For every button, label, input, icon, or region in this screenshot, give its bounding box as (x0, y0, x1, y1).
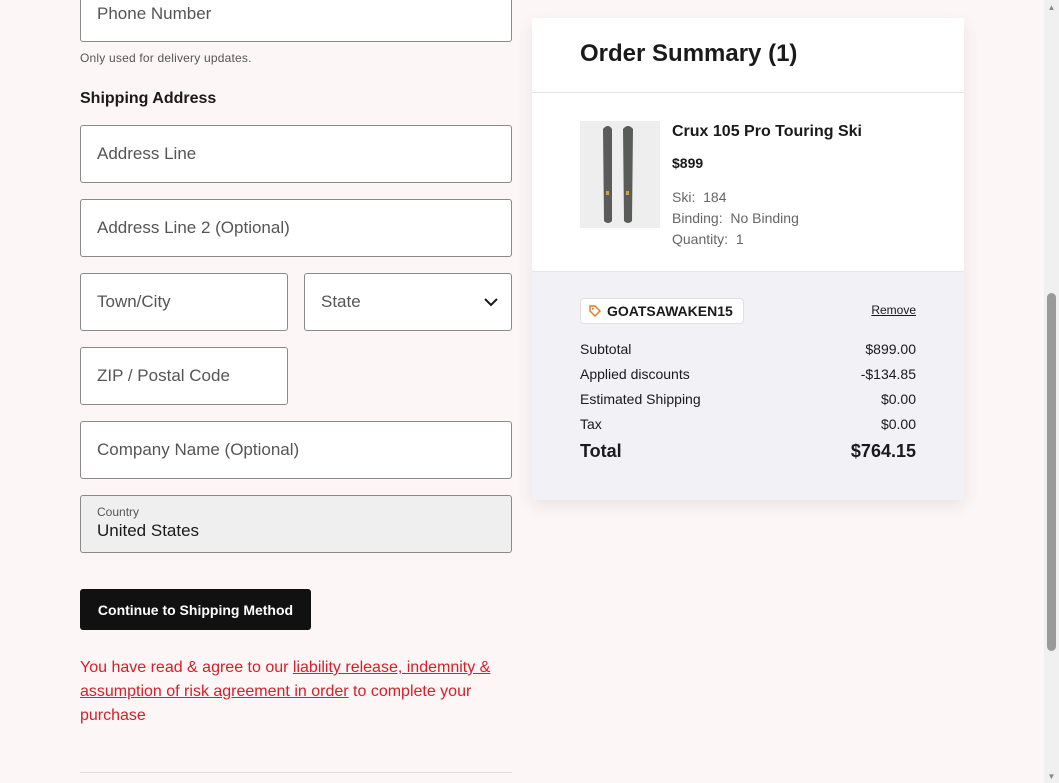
shipping-address-title: Shipping Address (80, 90, 217, 107)
order-summary-title: Order Summary (1) (580, 40, 798, 67)
company-name-placeholder: Company Name (Optional) (97, 440, 300, 459)
legal-prefix: You have read & agree to our (80, 659, 293, 676)
scroll-up-arrow-icon[interactable]: ▲ (1044, 0, 1059, 14)
address-line-field[interactable]: Address Line (80, 125, 512, 183)
ski-value: 184 (703, 189, 727, 205)
row-label: Subtotal (580, 340, 632, 357)
chevron-down-icon (484, 298, 498, 307)
ski-label: Ski: (672, 189, 696, 205)
row-value: $899.00 (865, 340, 916, 357)
product-price: $899 (672, 155, 704, 171)
scrollbar-thumb[interactable] (1047, 293, 1056, 651)
product-name: Crux 105 Pro Touring Ski (672, 123, 862, 140)
row-value: $0.00 (880, 390, 916, 407)
total-value: $764.15 (850, 440, 916, 461)
country-field[interactable]: Country United States (80, 495, 512, 553)
shipping-row: Estimated Shipping $0.00 (580, 386, 916, 411)
row-label: Estimated Shipping (580, 390, 701, 407)
row-value: -$134.85 (860, 365, 916, 382)
ski-icon (580, 121, 660, 228)
total-label: Total (580, 440, 622, 461)
page-scrollbar[interactable]: ▲ ▼ (1044, 0, 1059, 783)
address-line-2-placeholder: Address Line 2 (Optional) (97, 218, 290, 237)
footer-divider (80, 772, 512, 773)
company-name-field[interactable]: Company Name (Optional) (80, 421, 512, 479)
quantity-value: 1 (735, 231, 744, 247)
phone-helper-text: Only used for delivery updates. (80, 51, 252, 65)
address-line-2-field[interactable]: Address Line 2 (Optional) (80, 199, 512, 257)
coupon-code: GOATSAWAKEN15 (607, 303, 733, 319)
city-field[interactable]: Town/City (80, 273, 288, 331)
binding-label: Binding: (672, 210, 723, 226)
totals-rows: Subtotal $899.00 Applied discounts -$134… (580, 336, 916, 466)
product-option-quantity: Quantity: 1 (672, 231, 744, 247)
country-value: United States (97, 521, 200, 540)
country-label: Country (97, 505, 140, 519)
totals-section: GOATSAWAKEN15 Remove Subtotal $899.00 Ap… (532, 272, 964, 500)
coupon-badge: GOATSAWAKEN15 (580, 298, 744, 324)
product-option-binding: Binding: No Binding (672, 210, 799, 226)
state-select[interactable]: State (304, 273, 512, 331)
remove-coupon-link[interactable]: Remove (871, 303, 916, 317)
address-line-placeholder: Address Line (97, 144, 197, 163)
zip-placeholder: ZIP / Postal Code (97, 366, 230, 385)
total-row: Total $764.15 (580, 436, 916, 466)
row-label: Applied discounts (580, 365, 690, 382)
product-image (580, 121, 660, 228)
tag-icon (589, 305, 601, 317)
row-value: $0.00 (880, 415, 916, 432)
order-summary-header: Order Summary (1) (532, 18, 964, 93)
phone-number-placeholder: Phone Number (97, 4, 212, 23)
product-option-ski: Ski: 184 (672, 189, 726, 205)
subtotal-row: Subtotal $899.00 (580, 336, 916, 361)
order-summary-panel: Order Summary (1) Crux 105 Pro Touring S… (532, 18, 964, 500)
phone-number-field[interactable]: Phone Number (80, 0, 512, 42)
binding-value: No Binding (730, 210, 799, 226)
scroll-down-arrow-icon[interactable]: ▼ (1044, 769, 1059, 783)
row-label: Tax (580, 415, 602, 432)
quantity-label: Quantity: (672, 231, 729, 247)
order-line-item: Crux 105 Pro Touring Ski $899 Ski: 184 B… (532, 93, 964, 272)
legal-notice: You have read & agree to our liability r… (80, 656, 512, 728)
city-placeholder: Town/City (97, 292, 171, 311)
tax-row: Tax $0.00 (580, 411, 916, 436)
state-placeholder: State (321, 292, 361, 311)
discount-row: Applied discounts -$134.85 (580, 361, 916, 386)
continue-to-shipping-button[interactable]: Continue to Shipping Method (80, 589, 311, 630)
zip-field[interactable]: ZIP / Postal Code (80, 347, 288, 405)
